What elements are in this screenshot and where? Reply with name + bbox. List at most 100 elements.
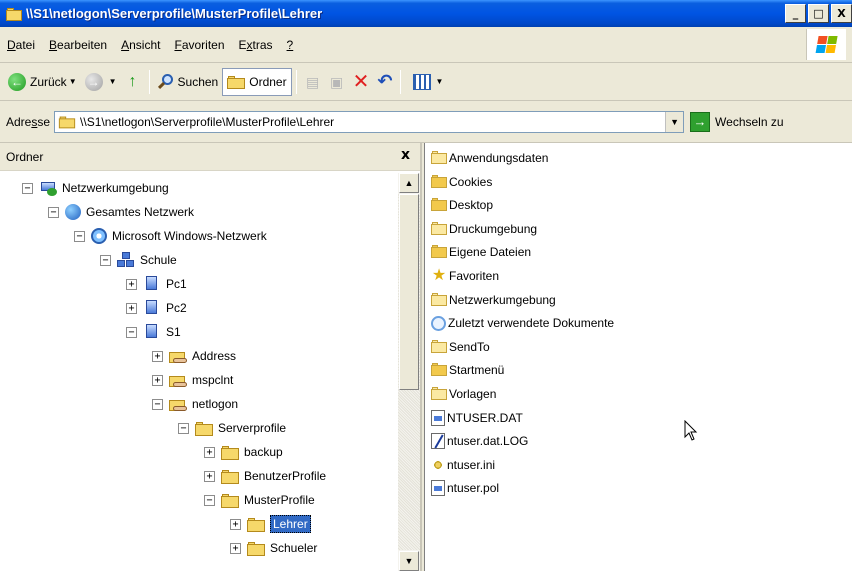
list-item[interactable]: Zuletzt verwendete Dokumente — [431, 312, 614, 334]
folder-icon — [431, 339, 447, 355]
expand-icon[interactable]: + — [126, 302, 137, 314]
collapse-icon[interactable]: − — [48, 206, 59, 218]
tree-item[interactable]: − Gesamtes Netzwerk — [48, 201, 194, 223]
recent-documents-icon — [431, 315, 446, 331]
address-input[interactable]: \\S1\netlogon\Serverprofile\MusterProfil… — [54, 110, 685, 133]
expand-icon[interactable]: + — [204, 470, 215, 482]
tree-scrollbar[interactable]: ▲ ▼ — [398, 173, 420, 571]
forward-button[interactable]: → ▼ — [81, 68, 121, 96]
list-item[interactable]: ntuser.pol — [431, 477, 499, 499]
maximize-button[interactable]: □ — [808, 4, 829, 23]
expand-icon[interactable]: + — [204, 446, 215, 458]
tree-item[interactable]: − Schule — [100, 249, 177, 271]
scroll-thumb[interactable] — [399, 194, 419, 390]
go-button[interactable]: → Wechseln zu — [690, 111, 784, 132]
list-item[interactable]: Netzwerkumgebung — [431, 289, 556, 311]
minimize-button[interactable]: _ — [785, 4, 806, 23]
window-title: \\S1\netlogon\Serverprofile\MusterProfil… — [26, 6, 323, 21]
folders-button[interactable]: Ordner — [222, 67, 292, 96]
title-bar[interactable]: \\S1\netlogon\Serverprofile\MusterProfil… — [0, 0, 852, 27]
forward-arrow-icon: → — [84, 72, 103, 91]
copy-to-icon[interactable]: ▣ — [328, 74, 346, 90]
tree-item-label: Pc1 — [166, 277, 187, 291]
file-name: Druckumgebung — [449, 221, 538, 236]
file-name: ntuser.pol — [447, 481, 500, 496]
list-item[interactable]: Eigene Dateien — [431, 241, 531, 263]
list-item[interactable]: Anwendungsdaten — [431, 147, 548, 169]
folder-tree: − Netzwerkumgebung − Gesamtes Netzwerk − Micr… — [0, 173, 398, 571]
tree-item-label: Lehrer — [270, 515, 311, 533]
close-button[interactable]: X — [831, 4, 852, 23]
list-item[interactable]: ntuser.ini — [431, 454, 495, 476]
list-item[interactable]: Cookies — [431, 171, 492, 193]
list-item[interactable]: NTUSER.DAT — [431, 407, 523, 429]
chevron-down-icon[interactable]: ▼ — [435, 77, 443, 86]
list-item[interactable]: Startmenü — [431, 359, 504, 381]
list-item[interactable]: Vorlagen — [431, 383, 496, 405]
system-file-icon — [431, 480, 445, 497]
list-item[interactable]: SendTo — [431, 336, 490, 358]
tree-item[interactable]: + Pc2 — [126, 297, 187, 319]
expand-icon[interactable]: + — [126, 278, 137, 290]
move-to-icon[interactable]: ▤ — [304, 74, 322, 90]
folder-icon — [227, 75, 246, 89]
views-button[interactable]: ▼ — [405, 68, 447, 96]
folders-pane-header: Ordner x — [0, 143, 420, 171]
back-button[interactable]: ← Zurück ▼ — [4, 68, 81, 96]
expand-icon[interactable]: + — [152, 350, 163, 362]
collapse-icon[interactable]: − — [178, 422, 189, 434]
tree-item[interactable]: + BenutzerProfile — [204, 465, 326, 487]
tree-item[interactable]: + Lehrer — [230, 513, 311, 535]
up-button[interactable]: ↑ — [121, 68, 145, 96]
collapse-icon[interactable]: − — [74, 230, 85, 242]
file-name: Netzwerkumgebung — [449, 292, 556, 307]
menu-item[interactable]: Datei — [0, 38, 42, 52]
menu-item[interactable]: Extras — [232, 38, 280, 52]
windows-flag-icon — [815, 35, 838, 54]
address-label: Adresse — [6, 114, 51, 129]
search-label: Suchen — [177, 74, 219, 89]
tree-item[interactable]: + mspclnt — [152, 369, 233, 391]
collapse-icon[interactable]: − — [22, 182, 33, 194]
tree-item[interactable]: − Serverprofile — [178, 417, 286, 439]
undo-icon[interactable]: ↶ — [377, 71, 392, 92]
collapse-icon[interactable]: − — [152, 398, 163, 410]
chevron-down-icon[interactable]: ▼ — [69, 77, 77, 86]
expand-icon[interactable]: + — [152, 374, 163, 386]
tree-item[interactable]: + Address — [152, 345, 236, 367]
collapse-icon[interactable]: − — [100, 254, 111, 266]
menu-item[interactable]: Favoriten — [167, 38, 231, 52]
tree-item[interactable]: + Schueler — [230, 537, 317, 559]
menu-item[interactable]: Bearbeiten — [42, 38, 114, 52]
expand-icon[interactable]: + — [230, 518, 241, 530]
chevron-down-icon[interactable]: ▼ — [109, 77, 117, 86]
menu-item[interactable]: ? — [280, 38, 301, 52]
menu-item[interactable]: Ansicht — [114, 38, 167, 52]
folders-pane-title: Ordner — [6, 149, 44, 164]
list-item[interactable]: ntuser.dat.LOG — [431, 430, 528, 452]
tree-item[interactable]: − MusterProfile — [204, 489, 315, 511]
tree-item[interactable]: + backup — [204, 441, 283, 463]
chevron-down-icon[interactable]: ▼ — [665, 111, 684, 132]
scroll-down-icon[interactable]: ▼ — [399, 551, 419, 571]
folder-icon — [431, 386, 447, 402]
search-button[interactable]: Suchen — [154, 68, 223, 96]
list-item[interactable]: Desktop — [431, 194, 493, 216]
back-arrow-icon: ← — [8, 72, 26, 91]
list-item[interactable]: ★ Favoriten — [431, 265, 499, 287]
toolbar-separator — [295, 69, 297, 94]
scroll-up-icon[interactable]: ▲ — [399, 173, 419, 193]
tree-item[interactable]: − netlogon — [152, 393, 238, 415]
tree-item[interactable]: − S1 — [126, 321, 181, 343]
collapse-icon[interactable]: − — [126, 326, 137, 338]
collapse-icon[interactable]: − — [204, 494, 215, 506]
tree-item[interactable]: + Pc1 — [126, 273, 187, 295]
network-neighborhood-icon — [39, 180, 57, 196]
expand-icon[interactable]: + — [230, 542, 241, 554]
close-icon[interactable]: x — [401, 147, 410, 163]
list-item[interactable]: Druckumgebung — [431, 218, 537, 240]
tree-item[interactable]: − Microsoft Windows-Netzwerk — [74, 225, 267, 247]
delete-icon[interactable]: ✕ — [353, 72, 370, 92]
tree-item[interactable]: − Netzwerkumgebung — [22, 177, 169, 199]
folder-icon — [221, 468, 239, 484]
